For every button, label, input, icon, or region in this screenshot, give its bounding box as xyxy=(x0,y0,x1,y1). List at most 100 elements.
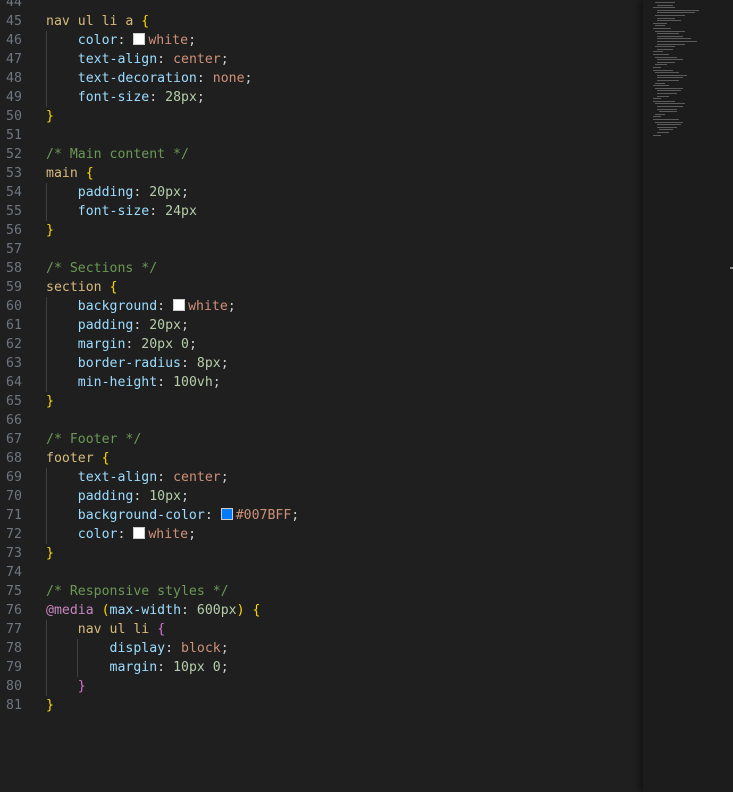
code-line-55[interactable]: font-size: 24px xyxy=(46,202,642,221)
minimap-line xyxy=(653,69,673,71)
code-line-54[interactable]: padding: 20px; xyxy=(46,183,642,202)
media-value: 600px xyxy=(196,603,237,618)
line-number: 68 xyxy=(6,451,22,466)
code-line-45[interactable]: nav ul li a { xyxy=(46,12,642,31)
code-line-69[interactable]: text-align: center; xyxy=(46,468,642,487)
code-line-74[interactable] xyxy=(46,563,642,582)
code-line-51[interactable] xyxy=(46,126,642,145)
css-value: 20px xyxy=(149,185,181,200)
code-line-47[interactable]: text-align: center; xyxy=(46,50,642,69)
minimap-line xyxy=(653,28,671,29)
code-line-48[interactable]: text-decoration: none; xyxy=(46,69,642,88)
css-property: color xyxy=(77,527,118,542)
code-line-65[interactable]: } xyxy=(46,392,642,411)
code-line-62[interactable]: margin: 20px 0; xyxy=(46,335,642,354)
css-value: 100vh xyxy=(173,375,213,390)
minimap-line xyxy=(657,41,697,42)
code-line-57[interactable] xyxy=(46,240,642,259)
line-number: 78 xyxy=(6,641,22,656)
css-selector: section xyxy=(46,280,102,295)
close-paren: ) xyxy=(236,603,245,618)
minimap-line xyxy=(653,98,661,100)
line-number: 53 xyxy=(6,166,22,181)
close-brace: } xyxy=(46,394,54,409)
code-line-68[interactable]: footer { xyxy=(46,449,642,468)
css-property: text-align xyxy=(77,470,158,485)
css-property: padding xyxy=(77,489,134,504)
minimap-line xyxy=(655,64,667,66)
code-line-79[interactable]: margin: 10px 0; xyxy=(46,658,642,677)
code-line-63[interactable]: border-radius: 8px; xyxy=(46,354,642,373)
css-value: 10px 0 xyxy=(173,660,221,675)
css-value: white xyxy=(148,527,189,542)
minimap-line xyxy=(657,17,675,19)
code-line-66[interactable] xyxy=(46,411,642,430)
line-number: 75 xyxy=(6,584,22,599)
open-brace: { xyxy=(85,166,94,181)
code-line-59[interactable]: section { xyxy=(46,278,642,297)
css-comment: /* Responsive styles */ xyxy=(46,584,229,599)
code-line-50[interactable]: } xyxy=(46,107,642,126)
minimap-line xyxy=(655,72,679,74)
line-number: 58 xyxy=(6,261,22,276)
minimap-line xyxy=(657,80,679,81)
code-line-46[interactable]: color: white; xyxy=(46,31,642,50)
code-line-73[interactable]: } xyxy=(46,544,642,563)
css-value: 20px 0 xyxy=(141,337,189,352)
code-area[interactable]: nav ul li a { color: white; text-align: … xyxy=(46,0,642,715)
code-line-61[interactable]: padding: 20px; xyxy=(46,316,642,335)
code-line-64[interactable]: min-height: 100vh; xyxy=(46,373,642,392)
code-line-77[interactable]: nav ul li { xyxy=(46,620,642,639)
minimap-line xyxy=(657,126,677,128)
indent-guide xyxy=(46,50,47,69)
minimap-line xyxy=(655,56,677,58)
minimap-line xyxy=(657,35,683,37)
code-line-78[interactable]: display: block; xyxy=(46,639,642,658)
line-number: 50 xyxy=(6,109,22,124)
open-brace: { xyxy=(141,14,150,29)
css-property: color xyxy=(77,33,118,48)
line-number: 73 xyxy=(6,546,22,561)
code-line-72[interactable]: color: white; xyxy=(46,525,642,544)
code-line-71[interactable]: background-color: #007BFF; xyxy=(46,506,642,525)
minimap-line xyxy=(653,134,661,136)
code-line-60[interactable]: background: white; xyxy=(46,297,642,316)
minimap-line xyxy=(655,46,675,48)
css-selector: main xyxy=(46,166,78,181)
color-swatch-icon[interactable] xyxy=(173,299,186,311)
code-line-70[interactable]: padding: 10px; xyxy=(46,487,642,506)
indent-guide xyxy=(77,658,78,677)
close-brace: } xyxy=(46,698,54,713)
minimap[interactable] xyxy=(643,0,733,792)
color-swatch-icon[interactable] xyxy=(133,527,146,539)
css-value: center xyxy=(173,470,221,485)
code-line-52[interactable]: /* Main content */ xyxy=(46,145,642,164)
code-editor[interactable]: 44 45 46 47 48 49 50 51 52 53 54 55 56 57 58 59 60 61 62 63… xyxy=(0,0,733,792)
code-line-56[interactable]: } xyxy=(46,221,642,240)
code-line-58[interactable]: /* Sections */ xyxy=(46,259,642,278)
minimap-line xyxy=(657,132,669,133)
indent-guide xyxy=(77,639,78,658)
code-line-53[interactable]: main { xyxy=(46,164,642,183)
code-line-76[interactable]: @media (max-width: 600px) { xyxy=(46,601,642,620)
css-property: min-height xyxy=(77,375,158,390)
minimap-line xyxy=(657,124,681,126)
code-line-80[interactable]: } xyxy=(46,677,642,696)
minimap-line xyxy=(655,15,685,16)
minimap-line xyxy=(657,48,673,50)
code-line-67[interactable]: /* Footer */ xyxy=(46,430,642,449)
minimap-line xyxy=(657,20,681,22)
line-number: 67 xyxy=(6,432,22,447)
code-line-44[interactable] xyxy=(46,0,642,12)
code-line-81[interactable]: } xyxy=(46,696,642,715)
indent-guide xyxy=(46,677,47,696)
code-line-75[interactable]: /* Responsive styles */ xyxy=(46,582,642,601)
indent-guide xyxy=(46,525,47,544)
code-line-49[interactable]: font-size: 28px; xyxy=(46,88,642,107)
color-swatch-icon[interactable] xyxy=(220,508,233,520)
css-property: background-color xyxy=(77,508,205,523)
line-number: 71 xyxy=(6,508,22,523)
indent-guide xyxy=(46,373,47,392)
line-number: 70 xyxy=(6,489,22,504)
color-swatch-icon[interactable] xyxy=(133,33,146,45)
